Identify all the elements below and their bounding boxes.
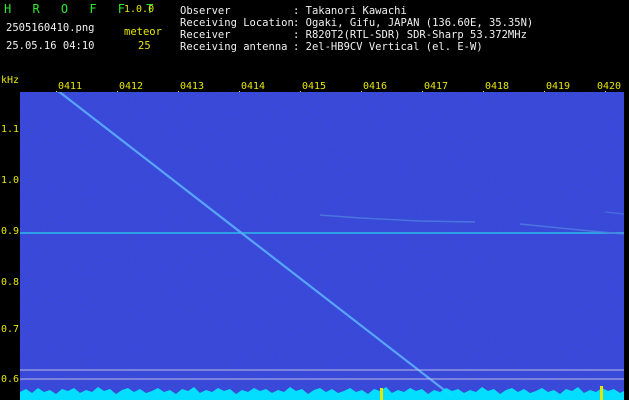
- antenna-label: Receiving antenna: [180, 41, 288, 53]
- y-tick-label: 0.7: [1, 324, 20, 335]
- receiver-label: Receiver: [180, 29, 231, 41]
- app-version: 1.0.0: [124, 4, 155, 15]
- location-value: : Ogaki, Gifu, JAPAN (136.60E, 35.35N): [293, 17, 534, 29]
- observer-label: Observer: [180, 5, 231, 17]
- spectrogram-svg: [20, 92, 624, 400]
- y-tick-label: 1.0: [1, 175, 20, 186]
- header-panel: H R O F F T 1.0.0 2505160410.png 25.05.1…: [0, 0, 629, 78]
- noise-texture: [20, 92, 624, 400]
- location-label: Receiving Location: [180, 17, 294, 29]
- antenna-value: : 2el-HB9CV Vertical (el. E-W): [293, 41, 483, 53]
- filename: 2505160410.png: [6, 22, 95, 34]
- datetime: 25.05.16 04:10: [6, 40, 95, 52]
- receiver-value: : R820T2(RTL-SDR) SDR-Sharp 53.372MHz: [293, 29, 527, 41]
- noise-spike: [600, 386, 603, 400]
- y-tick-label: 0.6: [1, 374, 20, 385]
- meteor-label: meteor: [124, 26, 162, 38]
- y-tick-label: 1.1: [1, 124, 20, 135]
- meteor-count: 25: [138, 40, 151, 52]
- observer-value: : Takanori Kawachi: [293, 5, 407, 17]
- y-axis-unit: kHz: [1, 75, 20, 86]
- noise-spike: [380, 388, 383, 400]
- y-tick-label: 0.9: [1, 226, 20, 237]
- spectrogram-plot[interactable]: [20, 92, 624, 400]
- y-tick-label: 0.8: [1, 277, 20, 288]
